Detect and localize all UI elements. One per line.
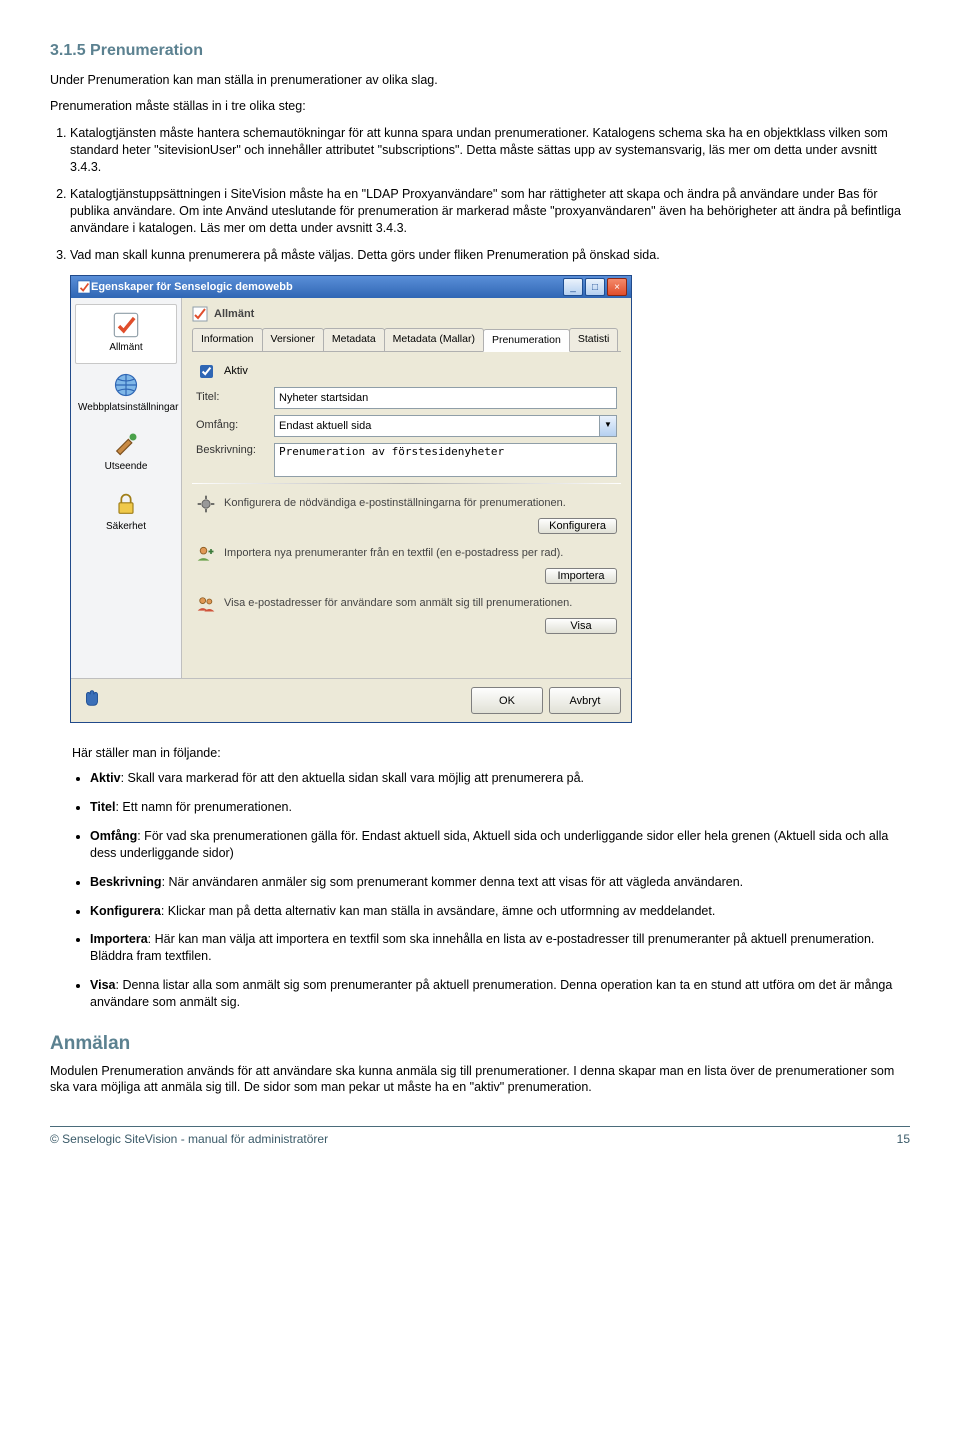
aktiv-label: Aktiv <box>224 364 248 379</box>
visa-row: Visa e-postadresser för användare som an… <box>196 594 617 614</box>
omfang-row: Omfång: ▼ <box>196 415 617 437</box>
panel-heading: Allmänt <box>192 306 621 322</box>
intro-line-1: Under Prenumeration kan man ställa in pr… <box>50 72 910 89</box>
section-number: 3.1.5 <box>50 42 86 59</box>
list-item: Beskrivning: När användaren anmäler sig … <box>90 874 910 891</box>
users-icon <box>196 594 216 614</box>
tab-statistik[interactable]: Statisti <box>569 328 619 350</box>
konfigurera-button[interactable]: Konfigurera <box>538 518 617 534</box>
titel-input[interactable] <box>274 387 617 409</box>
beskrivning-row: Beskrivning: Prenumeration av försteside… <box>196 443 617 477</box>
subsection-body: Modulen Prenumeration används för att an… <box>50 1063 910 1097</box>
list-item: Importera: Här kan man välja att importe… <box>90 931 910 965</box>
footer-divider <box>50 1126 910 1127</box>
titel-label: Titel: <box>196 390 266 405</box>
close-button[interactable]: × <box>607 278 627 296</box>
gear-icon <box>196 494 216 514</box>
aktiv-row: Aktiv <box>196 362 617 381</box>
importera-text: Importera nya prenumeranter från en text… <box>224 546 617 561</box>
sidebar-item-allmant[interactable]: Allmänt <box>75 304 177 364</box>
dialog-footer: OK Avbryt <box>71 678 631 722</box>
visa-button[interactable]: Visa <box>545 618 617 634</box>
visa-text: Visa e-postadresser för användare som an… <box>224 596 617 611</box>
list-item: Omfång: För vad ska prenumerationen gäll… <box>90 828 910 862</box>
titlebar: Egenskaper för Senselogic demowebb _ □ × <box>71 276 631 298</box>
check-icon <box>112 311 140 339</box>
maximize-button[interactable]: □ <box>585 278 605 296</box>
sidebar-item-label: Utseende <box>78 460 174 474</box>
chevron-down-icon[interactable]: ▼ <box>600 415 617 437</box>
konfigurera-text: Konfigurera de nödvändiga e-postinställn… <box>224 496 617 511</box>
footer-copyright: © Senselogic SiteVision - manual för adm… <box>50 1131 328 1147</box>
step-item: Katalogtjänsten måste hantera schemautök… <box>70 125 910 176</box>
dialog-main: Allmänt Information Versioner Metadata M… <box>182 298 631 678</box>
divider <box>192 483 621 484</box>
tab-information[interactable]: Information <box>192 328 263 350</box>
steps-list: Katalogtjänsten måste hantera schemautök… <box>50 125 910 263</box>
omfang-select[interactable] <box>274 415 600 437</box>
tab-metadata-mallar[interactable]: Metadata (Mallar) <box>384 328 484 350</box>
sidebar-item-label: Säkerhet <box>78 520 174 534</box>
importera-row: Importera nya prenumeranter från en text… <box>196 544 617 564</box>
tab-versioner[interactable]: Versioner <box>262 328 324 350</box>
check-icon-small <box>192 306 208 322</box>
ok-button[interactable]: OK <box>471 687 543 714</box>
app-icon <box>77 280 91 294</box>
section-heading: 3.1.5 Prenumeration <box>50 40 910 62</box>
importera-button[interactable]: Importera <box>545 568 617 584</box>
dialog-sidebar: Allmänt Webbplatsinställningar Utseende … <box>71 298 182 678</box>
lock-icon <box>112 490 140 518</box>
minimize-button[interactable]: _ <box>563 278 583 296</box>
konfigurera-row: Konfigurera de nödvändiga e-postinställn… <box>196 494 617 514</box>
settings-list: Aktiv: Skall vara markerad för att den a… <box>50 770 910 1011</box>
sidebar-item-label: Allmänt <box>78 341 174 355</box>
step-item: Katalogtjänstuppsättningen i SiteVision … <box>70 186 910 237</box>
sidebar-item-label: Webbplatsinställningar <box>78 401 174 415</box>
aktiv-checkbox[interactable] <box>200 365 213 378</box>
subsection-heading: Anmälan <box>50 1031 910 1057</box>
intro-line-2: Prenumeration måste ställas in i tre oli… <box>50 98 910 115</box>
list-item: Titel: Ett namn för prenumerationen. <box>90 799 910 816</box>
user-plus-icon <box>196 544 216 564</box>
window-title: Egenskaper för Senselogic demowebb <box>91 280 561 295</box>
cancel-button[interactable]: Avbryt <box>549 687 621 714</box>
list-item: Visa: Denna listar alla som anmält sig s… <box>90 977 910 1011</box>
sidebar-item-webbplats[interactable]: Webbplatsinställningar <box>75 364 177 424</box>
list-item: Aktiv: Skall vara markerad för att den a… <box>90 770 910 787</box>
beskrivning-textarea[interactable]: Prenumeration av förstesidenyheter <box>274 443 617 477</box>
sidebar-item-utseende[interactable]: Utseende <box>75 423 177 483</box>
omfang-label: Omfång: <box>196 418 266 433</box>
sidebar-item-sakerhet[interactable]: Säkerhet <box>75 483 177 543</box>
section-title: Prenumeration <box>90 42 203 59</box>
tab-prenumeration[interactable]: Prenumeration <box>483 329 570 351</box>
beskrivning-label: Beskrivning: <box>196 443 266 458</box>
list-item: Konfigurera: Klickar man på detta altern… <box>90 903 910 920</box>
settings-intro: Här ställer man in följande: <box>72 745 910 762</box>
globe-icon <box>112 371 140 399</box>
titel-row: Titel: <box>196 387 617 409</box>
dialog-window: Egenskaper för Senselogic demowebb _ □ ×… <box>70 275 632 723</box>
tab-strip: Information Versioner Metadata Metadata … <box>192 328 621 351</box>
tab-metadata[interactable]: Metadata <box>323 328 385 350</box>
hand-icon <box>81 687 103 714</box>
footer-page-number: 15 <box>897 1131 910 1147</box>
step-item: Vad man skall kunna prenumerera på måste… <box>70 247 910 264</box>
brush-icon <box>112 430 140 458</box>
page-footer: © Senselogic SiteVision - manual för adm… <box>50 1131 910 1147</box>
